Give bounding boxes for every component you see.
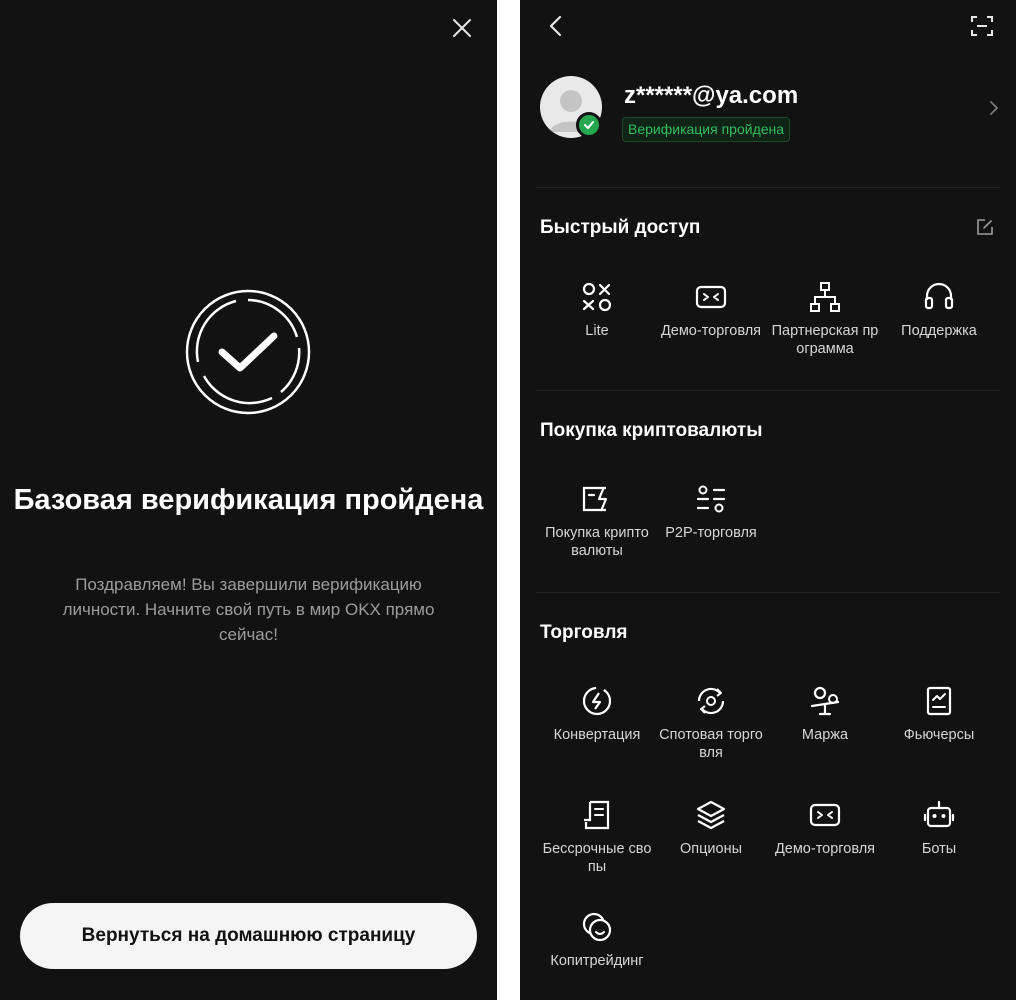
support-headset-icon: [924, 282, 954, 310]
back-button[interactable]: [542, 12, 570, 40]
close-button[interactable]: [448, 14, 476, 42]
tile-label: Конвертация: [553, 727, 641, 743]
success-message: Поздравляем! Вы завершили верификацию ли…: [62, 575, 435, 644]
spot-trading-icon: [697, 687, 725, 715]
scan-button[interactable]: [968, 12, 996, 40]
tile-label: Партнерская программа: [771, 323, 879, 357]
perpetual-swaps-icon: [584, 800, 610, 830]
success-check-icon: [185, 289, 311, 415]
user-email: z******@ya.com: [624, 82, 799, 109]
scan-icon: [971, 16, 993, 36]
tile-label: Опционы: [679, 841, 743, 857]
tile-label: Маржа: [801, 727, 849, 743]
demo-trading-icon: [695, 285, 727, 309]
tile-convert[interactable]: Конвертация: [540, 684, 654, 744]
tile-demo-trading[interactable]: Демо-торговля: [654, 280, 768, 340]
section-title-buy-crypto: Покупка криптовалюты: [540, 420, 763, 441]
tile-affiliate[interactable]: Партнерская программа: [768, 280, 882, 358]
close-icon: [453, 19, 471, 37]
tile-label: Спотовая торговля: [659, 727, 763, 761]
divider: [536, 592, 1000, 593]
tile-label: Копитрейдинг: [550, 953, 644, 969]
edit-icon: [977, 219, 993, 235]
tile-label: Поддержка: [901, 323, 977, 339]
affiliate-icon: [810, 282, 840, 312]
tile-label: Боты: [921, 841, 957, 857]
success-title: Базовая верификация пройдена: [13, 484, 484, 516]
tile-label: Демо-торговля: [660, 323, 762, 339]
tile-p2p[interactable]: P2P-торговля: [654, 482, 768, 542]
tile-bots[interactable]: Боты: [882, 798, 996, 858]
chevron-left-icon: [549, 15, 562, 37]
tile-options[interactable]: Опционы: [654, 798, 768, 858]
tile-label: P2P-торговля: [665, 525, 757, 541]
section-title-trading: Торговля: [540, 622, 628, 643]
tile-lite[interactable]: Lite: [540, 280, 654, 340]
chevron-right-icon: [990, 101, 998, 115]
bots-icon: [923, 800, 955, 828]
tile-label: Фьючерсы: [903, 727, 975, 743]
tile-label: Покупка криптовалюты: [545, 525, 649, 559]
status-badge: Верификация пройдена: [622, 117, 791, 142]
demo-trading-icon: [809, 803, 841, 827]
section-title-quick-access: Быстрый доступ: [540, 217, 701, 238]
verified-check-icon: [576, 112, 602, 138]
tile-margin[interactable]: Маржа: [768, 684, 882, 744]
tile-perpetual-swaps[interactable]: Бессрочные свопы: [540, 798, 654, 876]
return-home-button[interactable]: Вернуться на домашнюю страницу: [20, 903, 477, 969]
tile-futures[interactable]: Фьючерсы: [882, 684, 996, 744]
edit-quick-access-button[interactable]: [974, 216, 996, 238]
tile-label: Бессрочные свопы: [542, 841, 652, 875]
divider: [536, 390, 1000, 391]
tile-label: Lite: [585, 323, 609, 339]
lite-icon: [582, 282, 612, 312]
panel-separator: [497, 0, 520, 1000]
copy-trading-icon: [582, 912, 612, 942]
margin-icon: [810, 686, 840, 716]
buy-crypto-icon: [582, 486, 608, 512]
convert-icon: [582, 686, 612, 716]
tile-spot-trading[interactable]: Спотовая торговля: [654, 684, 768, 762]
p2p-icon: [696, 485, 726, 513]
tile-buy-crypto[interactable]: Покупка криптовалюты: [540, 482, 654, 560]
futures-icon: [926, 686, 952, 716]
profile-menu-screen: z******@ya.com Верификация пройдена Быст…: [520, 0, 1016, 1000]
tile-demo-trading-2[interactable]: Демо-торговля: [768, 798, 882, 858]
options-icon: [696, 800, 726, 830]
profile-card[interactable]: z******@ya.com Верификация пройдена: [540, 76, 1000, 142]
tile-support[interactable]: Поддержка: [882, 280, 996, 340]
verification-success-screen: Базовая верификация пройдена Поздравляем…: [0, 0, 497, 1000]
tile-label: Демо-торговля: [774, 841, 876, 857]
tile-copy-trading[interactable]: Копитрейдинг: [540, 910, 654, 970]
divider: [536, 187, 1000, 188]
